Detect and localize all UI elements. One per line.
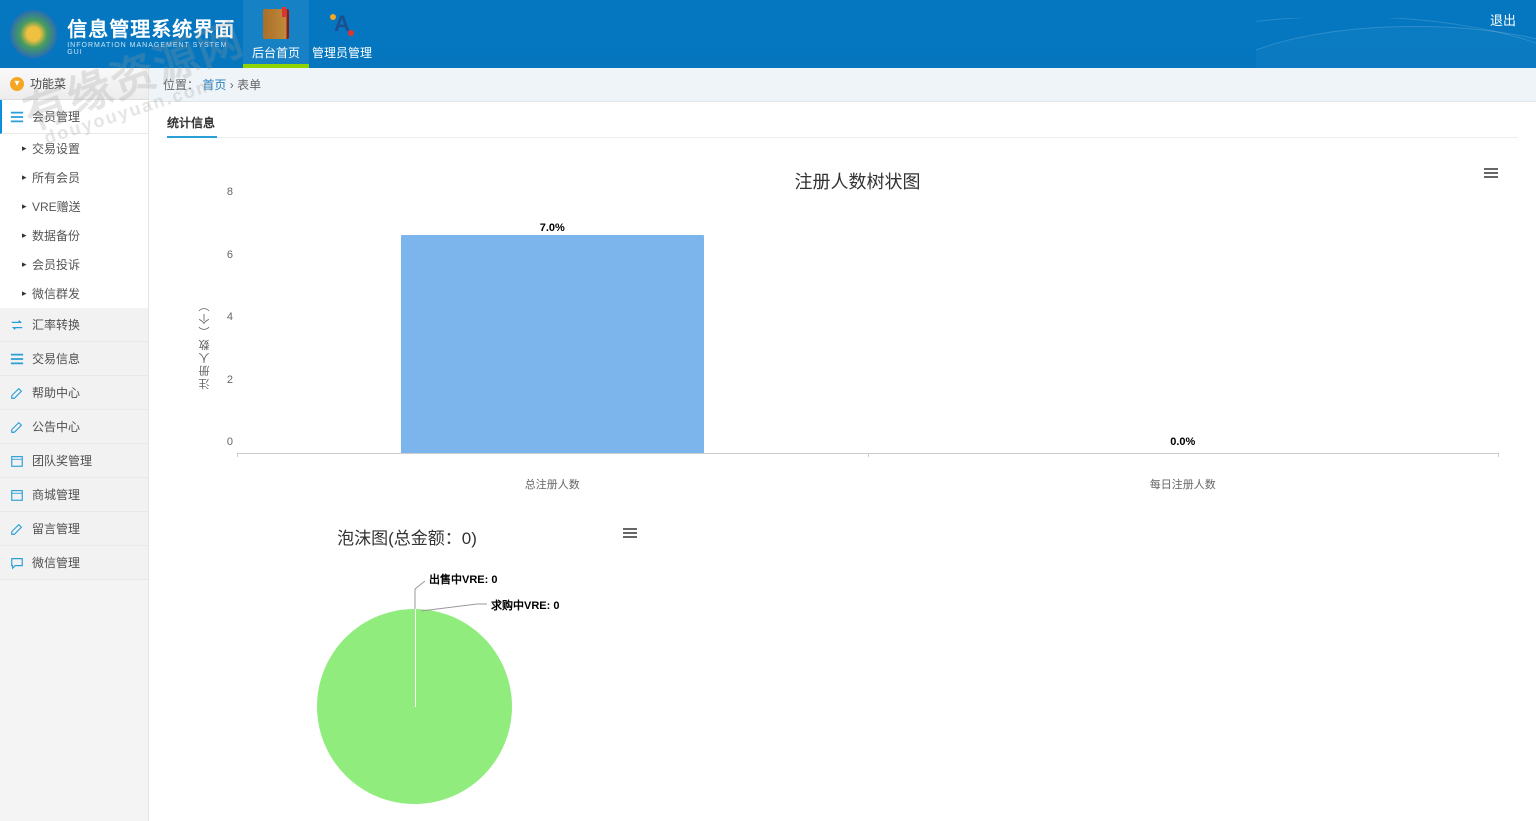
submenu-item[interactable]: 会员投诉	[0, 250, 148, 279]
brand: 信息管理系统界面 INFORMATION MANAGEMENT SYSTEM G…	[0, 10, 243, 58]
admin-icon	[326, 8, 358, 40]
edit-icon	[10, 420, 24, 434]
y-axis-label: 注册人数（个）	[197, 299, 213, 390]
nav-tab-label: 后台首页	[252, 44, 300, 61]
chat-icon	[10, 556, 24, 570]
sidebar-item-label: 帮助中心	[32, 384, 80, 401]
sidebar-item-label: 留言管理	[32, 520, 80, 537]
app-header: 信息管理系统界面 INFORMATION MANAGEMENT SYSTEM G…	[0, 0, 1536, 68]
sidebar-item-help[interactable]: 帮助中心	[0, 376, 148, 410]
chart-menu-button[interactable]	[623, 526, 637, 541]
calendar-icon	[10, 488, 24, 502]
submenu-item[interactable]: 微信群发	[0, 279, 148, 308]
x-tick: 每日注册人数	[1150, 476, 1216, 492]
breadcrumb-label: 位置：	[163, 78, 199, 92]
logo-icon	[10, 10, 57, 58]
sidebar-item-wechat[interactable]: 微信管理	[0, 546, 148, 580]
x-axis: 总注册人数 每日注册人数	[237, 454, 1498, 474]
breadcrumb-current: 表单	[237, 78, 261, 92]
sidebar: ▾ 功能菜 会员管理 交易设置 所有会员 VRE赠送 数据备份 会员投诉 微信群…	[0, 68, 149, 821]
sidebar-item-mall[interactable]: 商城管理	[0, 478, 148, 512]
sidebar-item-label: 商城管理	[32, 486, 80, 503]
divider	[167, 137, 1518, 138]
submenu-item[interactable]: 数据备份	[0, 221, 148, 250]
app-subtitle: INFORMATION MANAGEMENT SYSTEM GUI	[67, 42, 243, 56]
breadcrumb-sep: ›	[230, 78, 234, 92]
book-icon	[260, 8, 292, 40]
list-icon	[10, 352, 24, 366]
list-icon	[10, 110, 24, 124]
chart-title: 泡沫图(总金额：0)	[177, 524, 637, 549]
menu-icon	[623, 526, 637, 538]
app-title: 信息管理系统界面	[67, 13, 243, 42]
submenu-item[interactable]: 交易设置	[0, 134, 148, 163]
edit-icon	[10, 386, 24, 400]
sidebar-item-label: 汇率转换	[32, 316, 80, 333]
logout-link[interactable]: 退出	[1490, 10, 1516, 29]
nav-tab-admin[interactable]: 管理员管理	[309, 0, 375, 68]
bar-value-label: 0.0%	[1170, 436, 1195, 448]
bar-column: 0.0%	[880, 204, 1485, 453]
sidebar-item-rate[interactable]: 汇率转换	[0, 308, 148, 342]
sidebar-item-label: 微信管理	[32, 554, 80, 571]
plot-area: 7.0% 0.0%	[237, 204, 1498, 454]
sidebar-heading[interactable]: ▾ 功能菜	[0, 68, 148, 100]
main-content: 位置： 首页 › 表单 统计信息 注册人数树状图 注册人数（个） 0 2 4	[149, 68, 1536, 821]
sidebar-submenu-member: 交易设置 所有会员 VRE赠送 数据备份 会员投诉 微信群发	[0, 134, 148, 308]
submenu-item[interactable]: 所有会员	[0, 163, 148, 192]
bar[interactable]	[401, 235, 704, 453]
pie-label: 求购中VRE: 0	[491, 597, 559, 613]
sidebar-item-label: 公告中心	[32, 418, 80, 435]
y-tick: 2	[227, 374, 233, 386]
y-tick: 6	[227, 249, 233, 261]
bar-value-label: 7.0%	[540, 222, 565, 234]
submenu-item[interactable]: VRE赠送	[0, 192, 148, 221]
bar-chart: 注册人数树状图 注册人数（个） 0 2 4 6 8 7.0%	[167, 158, 1518, 504]
pie-chart: 泡沫图(总金额：0) 出售中VRE: 0 求购中VRE: 0	[167, 524, 647, 809]
nav-tab-label: 管理员管理	[312, 44, 372, 61]
panel-title: 统计信息	[167, 114, 215, 137]
pie-slice[interactable]	[317, 609, 512, 804]
x-tick: 总注册人数	[525, 476, 580, 492]
sidebar-item-msg[interactable]: 留言管理	[0, 512, 148, 546]
chevron-down-icon: ▾	[10, 77, 24, 91]
nav-tab-home[interactable]: 后台首页	[243, 0, 309, 68]
sidebar-item-member[interactable]: 会员管理	[0, 100, 148, 134]
sidebar-item-label: 交易信息	[32, 350, 80, 367]
sidebar-item-label: 团队奖管理	[32, 452, 92, 469]
sidebar-heading-label: 功能菜	[30, 75, 66, 92]
y-tick: 8	[227, 186, 233, 198]
exchange-icon	[10, 318, 24, 332]
menu-icon	[1484, 166, 1498, 178]
breadcrumb-home[interactable]: 首页	[202, 78, 226, 92]
top-nav: 后台首页 管理员管理	[243, 0, 375, 68]
sidebar-item-teamaward[interactable]: 团队奖管理	[0, 444, 148, 478]
bar-column: 7.0%	[250, 204, 855, 453]
pie-label: 出售中VRE: 0	[429, 571, 497, 587]
chart-title: 注册人数树状图	[217, 168, 1498, 194]
chart-menu-button[interactable]	[1484, 166, 1498, 181]
edit-icon	[10, 522, 24, 536]
y-axis: 0 2 4 6 8	[219, 204, 237, 454]
calendar-icon	[10, 454, 24, 468]
y-tick: 0	[227, 436, 233, 448]
sidebar-item-trade[interactable]: 交易信息	[0, 342, 148, 376]
sidebar-item-label: 会员管理	[32, 108, 80, 125]
breadcrumb: 位置： 首页 › 表单	[149, 68, 1536, 102]
y-tick: 4	[227, 311, 233, 323]
sidebar-item-notice[interactable]: 公告中心	[0, 410, 148, 444]
